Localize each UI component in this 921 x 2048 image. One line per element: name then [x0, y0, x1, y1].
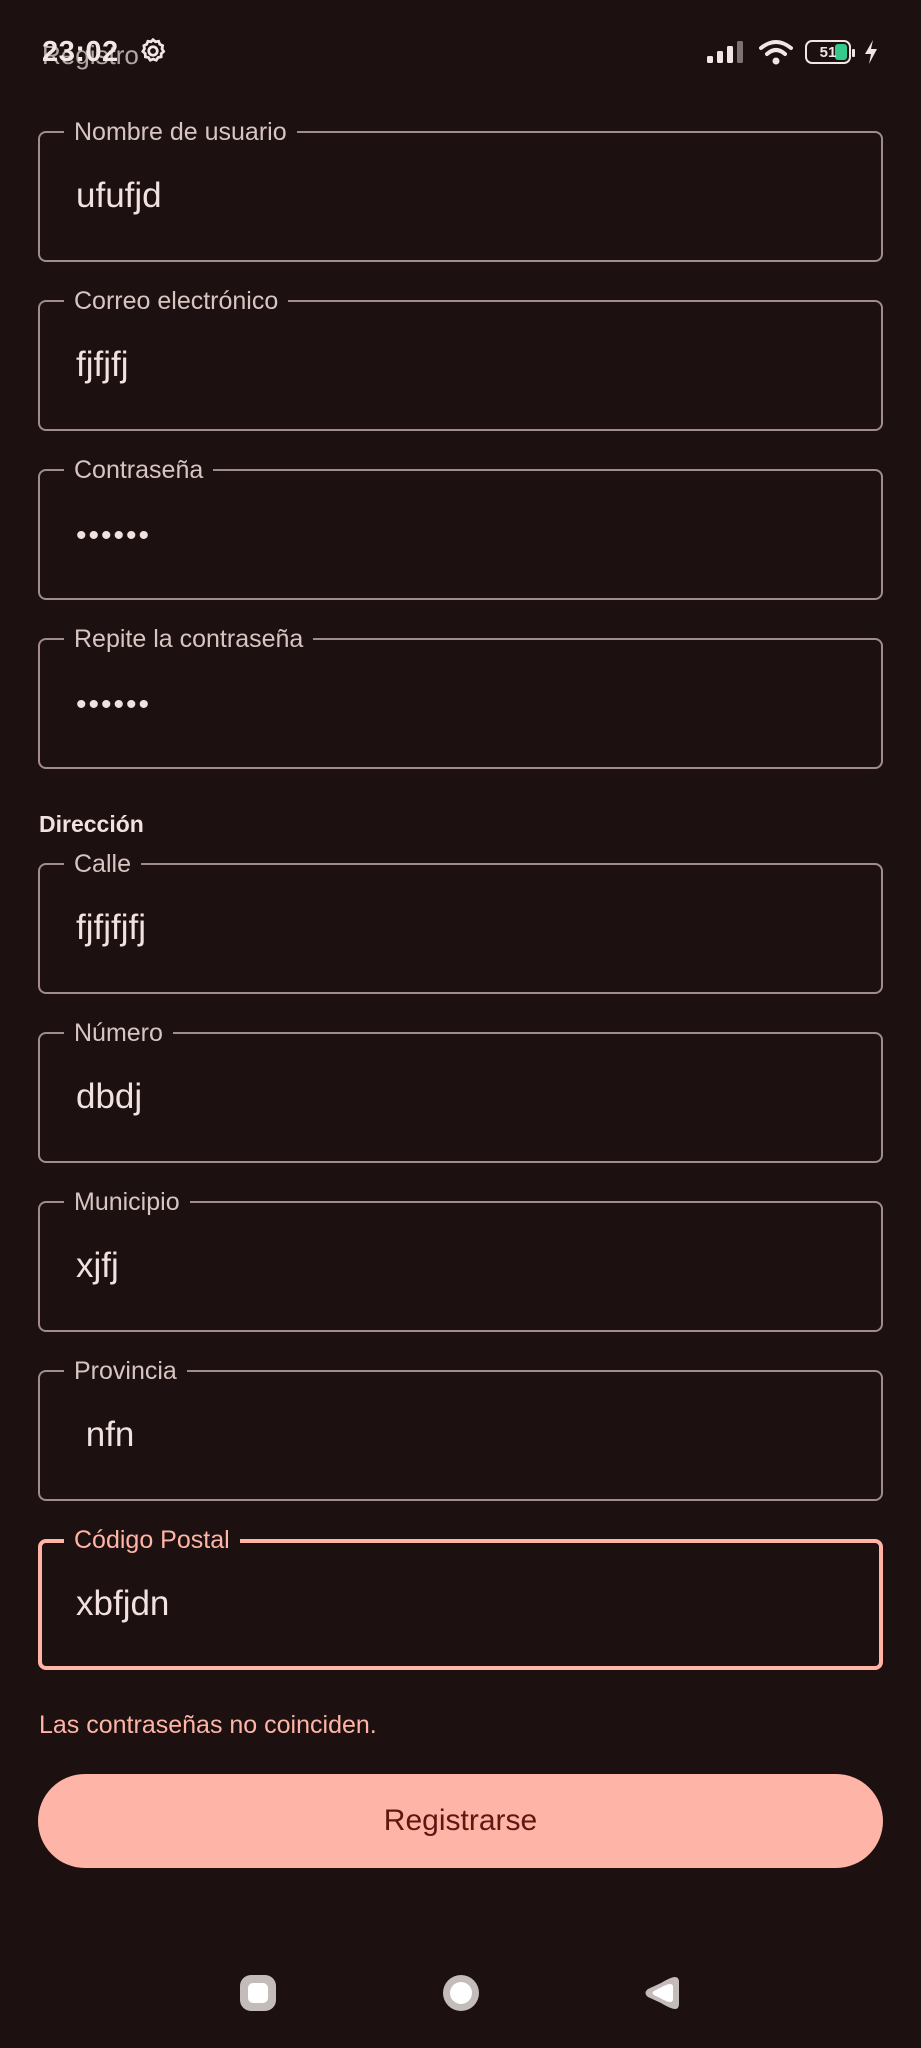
email-label: Correo electrónico	[64, 286, 289, 316]
postal-code-value: xbfjdn	[76, 1584, 170, 1623]
repeat-password-field[interactable]: Repite la contraseña ••••••	[38, 624, 883, 769]
municipality-field[interactable]: Municipio xjfj	[38, 1187, 883, 1332]
municipality-label: Municipio	[64, 1187, 190, 1217]
username-field[interactable]: Nombre de usuario ufufjd	[38, 117, 883, 262]
home-icon[interactable]	[441, 1973, 481, 2013]
postal-code-label: Código Postal	[64, 1525, 240, 1555]
municipality-value: xjfj	[76, 1246, 119, 1285]
register-button[interactable]: Registrarse	[38, 1774, 883, 1868]
number-label: Número	[64, 1018, 173, 1048]
password-field[interactable]: Contraseña ••••••	[38, 455, 883, 600]
recents-icon[interactable]	[238, 1973, 278, 2013]
street-label: Calle	[64, 849, 141, 879]
password-value: ••••••	[76, 519, 152, 552]
username-value: ufufjd	[76, 176, 162, 215]
number-field[interactable]: Número dbdj	[38, 1018, 883, 1163]
street-field[interactable]: Calle fjfjfjfj	[38, 849, 883, 994]
postal-code-field[interactable]: Código Postal xbfjdn	[38, 1525, 883, 1670]
username-label: Nombre de usuario	[64, 117, 297, 147]
password-label: Contraseña	[64, 455, 214, 485]
street-value: fjfjfjfj	[76, 908, 146, 947]
email-field[interactable]: Correo electrónico fjfjfj	[38, 286, 883, 431]
status-icons: 51	[705, 36, 879, 68]
province-field[interactable]: Provincia nfn	[38, 1356, 883, 1501]
address-section-title: Dirección	[39, 811, 144, 837]
number-value: dbdj	[76, 1077, 143, 1116]
status-time: 23:02	[42, 36, 119, 68]
registration-screen: Registro 23:02 51 Nombre de usuario ufuf…	[0, 0, 921, 2048]
repeat-password-value: ••••••	[76, 688, 152, 721]
repeat-password-label: Repite la contraseña	[64, 624, 314, 654]
back-icon[interactable]	[641, 1973, 681, 2013]
charging-icon	[865, 40, 877, 64]
province-label: Provincia	[64, 1356, 187, 1386]
settings-icon	[141, 37, 166, 62]
email-value: fjfjfj	[76, 345, 129, 384]
error-message: Las contraseñas no coinciden.	[39, 1711, 377, 1739]
signal-icon	[707, 41, 743, 63]
wifi-icon	[759, 40, 793, 65]
province-value: nfn	[76, 1415, 135, 1454]
battery-icon: 51	[805, 40, 855, 64]
battery-level: 51	[819, 43, 837, 61]
